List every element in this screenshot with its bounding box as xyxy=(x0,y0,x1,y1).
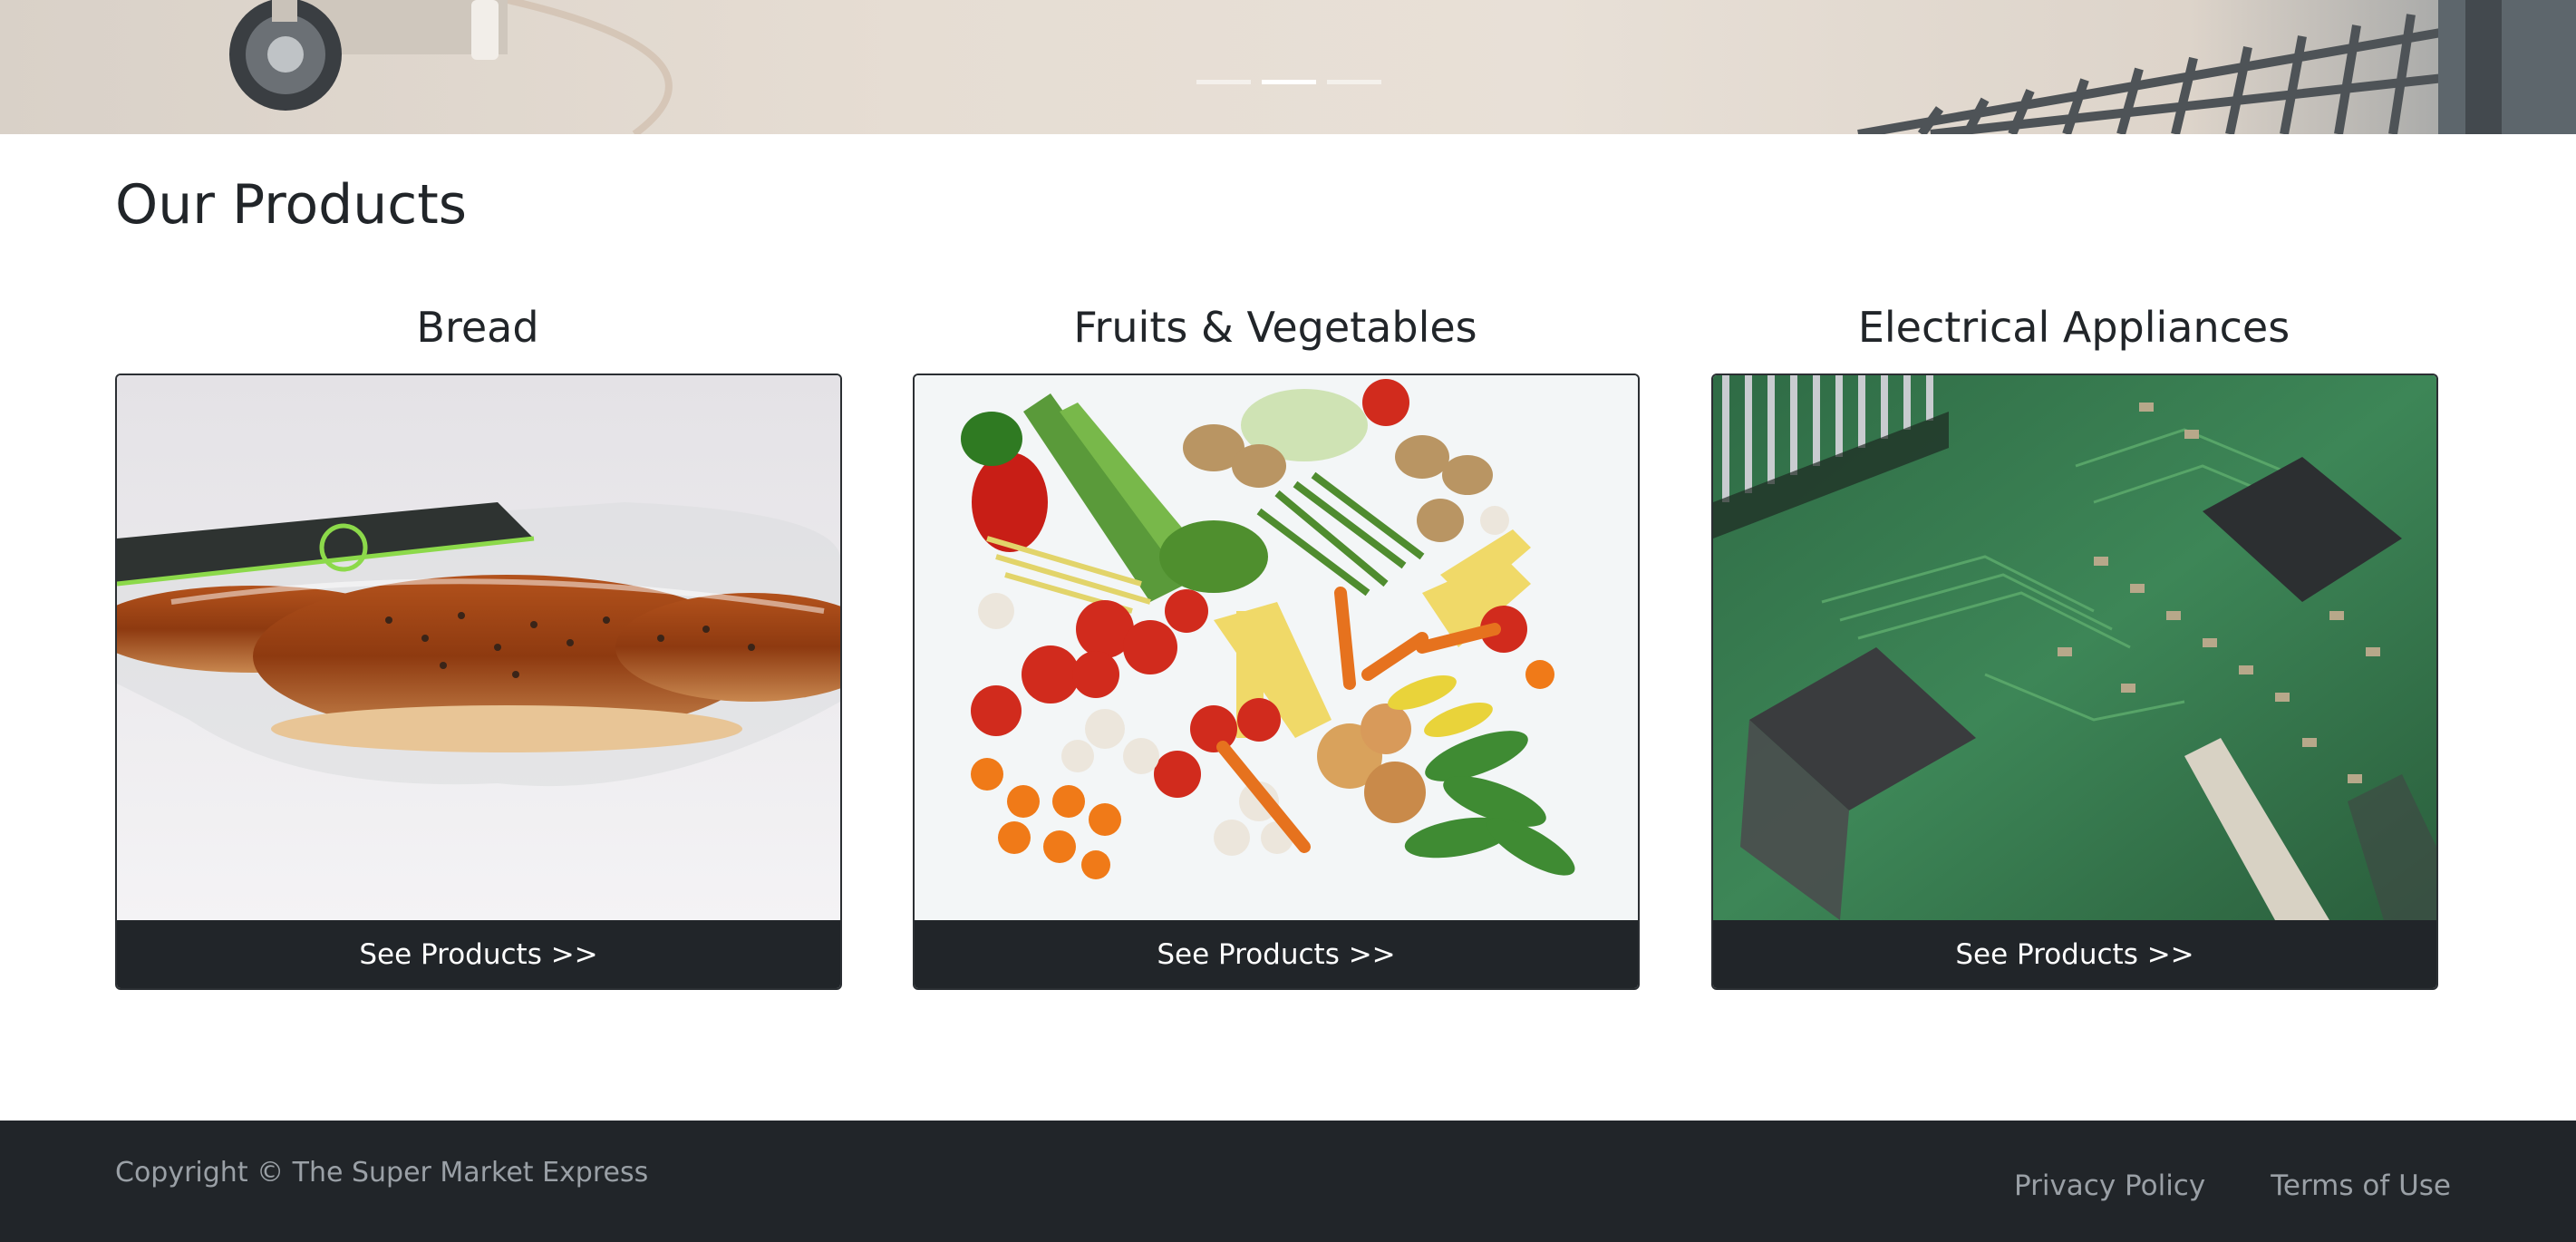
see-products-button[interactable]: See Products >> xyxy=(117,920,840,988)
product-image xyxy=(915,375,1638,920)
footer-links: Privacy Policy Terms of Use xyxy=(2014,1169,2451,1202)
hero-carousel xyxy=(0,0,2576,134)
terms-of-use-link[interactable]: Terms of Use xyxy=(2271,1169,2451,1202)
privacy-policy-link[interactable]: Privacy Policy xyxy=(2014,1169,2205,1202)
product-name: Bread xyxy=(416,303,539,352)
carousel-indicator-2[interactable] xyxy=(1262,80,1316,84)
vegetables-photo-icon xyxy=(915,375,1638,920)
products-section-title: Our Products xyxy=(115,173,468,237)
carousel-indicator-3[interactable] xyxy=(1327,80,1381,84)
bread-photo-icon xyxy=(117,375,840,920)
product-card: See Products >> xyxy=(115,374,842,990)
carousel-indicator-1[interactable] xyxy=(1196,80,1251,84)
hero-cart-photo-icon xyxy=(229,0,2576,134)
product-image xyxy=(117,375,840,920)
product-card: See Products >> xyxy=(913,374,1640,990)
product-card: See Products >> xyxy=(1711,374,2438,990)
carousel-indicators xyxy=(1196,80,1381,84)
page-footer: Copyright © The Super Market Express Pri… xyxy=(0,1121,2576,1242)
see-products-button[interactable]: See Products >> xyxy=(915,920,1638,988)
see-products-button[interactable]: See Products >> xyxy=(1713,920,2436,988)
product-name: Electrical Appliances xyxy=(1857,303,2290,352)
product-image xyxy=(1713,375,2436,920)
circuit-board-photo-icon xyxy=(1713,375,2436,920)
product-name: Fruits & Vegetables xyxy=(1073,303,1477,352)
copyright-text: Copyright © The Super Market Express xyxy=(115,1157,649,1189)
